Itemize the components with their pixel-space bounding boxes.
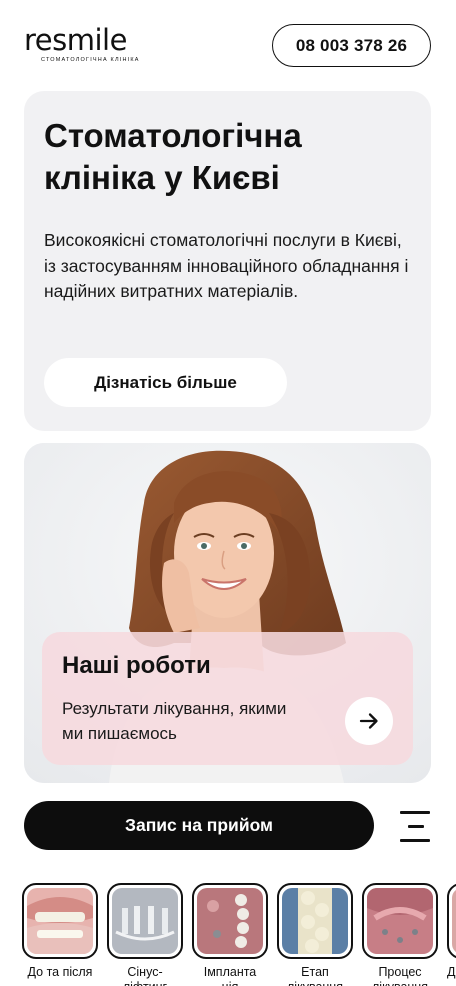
works-description: Результати лікування, якими ми пишаємось bbox=[62, 699, 287, 743]
teeth-before-after-image bbox=[27, 888, 93, 954]
story-label-second-line: лікування bbox=[362, 980, 438, 986]
menu-icon[interactable] bbox=[398, 808, 432, 844]
treatment-stage-image bbox=[282, 888, 348, 954]
resmile-logo[interactable]: resmile СТОМАТОЛОГІЧНА КЛІНІКА bbox=[24, 24, 148, 68]
story-thumbnail bbox=[192, 883, 268, 959]
logo-wordmark: resmile bbox=[24, 23, 127, 57]
appointment-button[interactable]: Запис на прийом bbox=[24, 801, 374, 850]
menu-line-middle bbox=[408, 825, 424, 828]
story-thumbnail bbox=[107, 883, 183, 959]
story-thumbnail bbox=[362, 883, 438, 959]
story-item[interactable]: До та після bbox=[22, 883, 98, 986]
menu-line-bottom bbox=[400, 839, 430, 842]
story-item[interactable]: Процес лікування bbox=[362, 883, 438, 986]
story-thumbnail bbox=[447, 883, 456, 959]
story-label: Процес bbox=[378, 965, 422, 979]
story-label: До та після bbox=[27, 965, 93, 979]
logo-subtitle: СТОМАТОЛОГІЧНА КЛІНІКА bbox=[41, 57, 140, 63]
hero-description: Високоякісні стоматологічні послуги в Ки… bbox=[44, 230, 409, 301]
story-image bbox=[452, 888, 456, 954]
story-label: Імпланта bbox=[203, 965, 257, 979]
site-header: resmile СТОМАТОЛОГІЧНА КЛІНІКА 08 003 37… bbox=[0, 0, 456, 88]
menu-line-top bbox=[400, 811, 430, 814]
story-label-second-line bbox=[22, 980, 98, 986]
story-label-second-line: ліфтинг bbox=[107, 980, 183, 986]
hero-card: Стоматологічна клініка у Києві Високоякі… bbox=[24, 91, 431, 431]
works-title: Наші роботи bbox=[62, 652, 211, 679]
story-item[interactable]: Сінус- ліфтинг bbox=[107, 883, 183, 986]
story-label-second-line: ція bbox=[192, 980, 268, 986]
arrow-right-icon[interactable] bbox=[345, 697, 393, 745]
story-item[interactable]: Етап лікування bbox=[277, 883, 353, 986]
story-label-second-line: лікування bbox=[277, 980, 353, 986]
story-item[interactable]: Д bbox=[447, 883, 456, 986]
learn-more-button[interactable]: Дізнатісь більше bbox=[44, 358, 287, 407]
phone-button[interactable]: 08 003 378 26 bbox=[272, 24, 431, 67]
works-info-panel: Наші роботи Результати лікування, якими … bbox=[42, 632, 413, 765]
stories-carousel[interactable]: До та після Сінус- ліфтинг bbox=[0, 883, 456, 986]
implantation-image bbox=[197, 888, 263, 954]
story-label-second-line bbox=[447, 980, 456, 986]
story-label: Етап bbox=[301, 965, 329, 979]
story-item[interactable]: Імпланта ція bbox=[192, 883, 268, 986]
sinus-lift-image bbox=[112, 888, 178, 954]
story-label: Д bbox=[447, 965, 456, 979]
story-thumbnail bbox=[22, 883, 98, 959]
our-works-card[interactable]: Наші роботи Результати лікування, якими … bbox=[24, 443, 431, 783]
treatment-process-image bbox=[367, 888, 433, 954]
story-label: Сінус- bbox=[127, 965, 163, 979]
hero-title: Стоматологічна клініка у Києві bbox=[44, 117, 302, 196]
story-thumbnail bbox=[277, 883, 353, 959]
arrow-right-glyph bbox=[359, 713, 378, 729]
